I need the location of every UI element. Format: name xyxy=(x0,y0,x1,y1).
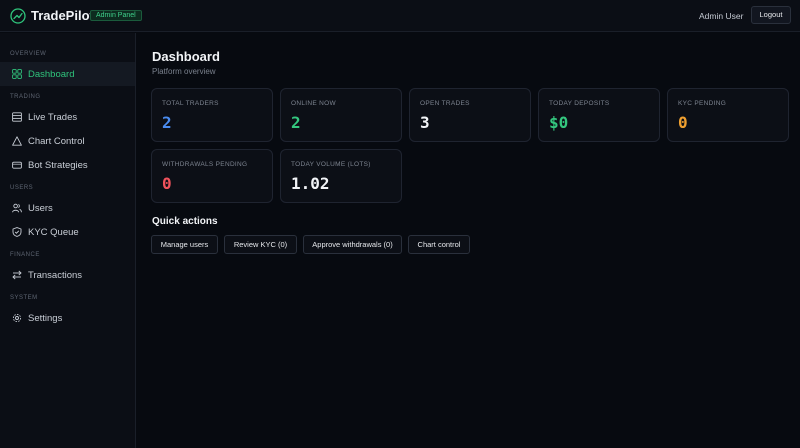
stat-label: TODAY DEPOSITS xyxy=(549,100,610,107)
stat-label: OPEN TRADES xyxy=(420,100,470,107)
stat-card-withdrawals-pending: WITHDRAWALS PENDING 0 xyxy=(151,149,273,203)
bot-icon xyxy=(12,161,22,169)
manage-users-button[interactable]: Manage users xyxy=(151,235,218,254)
sidebar-item-settings[interactable]: Settings xyxy=(0,306,135,330)
sidebar-item-label: Chart Control xyxy=(28,136,85,147)
approve-withdrawals-button[interactable]: Approve withdrawals (0) xyxy=(303,235,402,254)
shield-icon xyxy=(12,227,22,237)
triangle-icon xyxy=(12,136,22,146)
stat-label: ONLINE NOW xyxy=(291,100,336,107)
chart-control-button[interactable]: Chart control xyxy=(408,235,470,254)
users-icon xyxy=(12,203,22,213)
quick-actions-title: Quick actions xyxy=(152,216,218,227)
list-icon xyxy=(12,112,22,122)
page-title: Dashboard xyxy=(152,49,220,64)
sidebar-item-bot-strategies[interactable]: Bot Strategies xyxy=(0,153,135,177)
sidebar-section-finance: FINANCE xyxy=(10,252,40,258)
sidebar: OVERVIEW Dashboard TRADING Live Trades C… xyxy=(0,33,136,448)
sidebar-section-users: USERS xyxy=(10,185,34,191)
sidebar-item-dashboard[interactable]: Dashboard xyxy=(0,62,135,86)
stat-label: TODAY VOLUME (LOTS) xyxy=(291,161,371,168)
transfer-icon xyxy=(12,270,22,280)
sidebar-item-label: KYC Queue xyxy=(28,227,79,238)
sidebar-section-trading: TRADING xyxy=(10,94,41,100)
top-bar: TradePilot Admin Panel Admin User Logout xyxy=(0,0,800,32)
stat-label: KYC PENDING xyxy=(678,100,727,107)
sidebar-section-system: SYSTEM xyxy=(10,295,38,301)
stat-label: TOTAL TRADERS xyxy=(162,100,219,107)
stat-value: 3 xyxy=(420,113,430,132)
sidebar-item-transactions[interactable]: Transactions xyxy=(0,263,135,287)
sidebar-item-label: Transactions xyxy=(28,270,83,281)
stat-value: 2 xyxy=(162,113,172,132)
sidebar-item-chart-control[interactable]: Chart Control xyxy=(0,129,135,153)
stat-card-today-volume: TODAY VOLUME (LOTS) 1.02 xyxy=(280,149,402,203)
sidebar-item-users[interactable]: Users xyxy=(0,196,135,220)
trend-logo-icon xyxy=(10,8,26,24)
sidebar-item-kyc-queue[interactable]: KYC Queue xyxy=(0,220,135,244)
admin-panel-badge: Admin Panel xyxy=(90,10,142,21)
stat-card-kyc-pending: KYC PENDING 0 xyxy=(667,88,789,142)
stat-value: 2 xyxy=(291,113,301,132)
sidebar-item-label: Bot Strategies xyxy=(28,160,88,171)
stat-label: WITHDRAWALS PENDING xyxy=(162,161,248,168)
sidebar-section-overview: OVERVIEW xyxy=(10,51,47,57)
brand-name: TradePilot xyxy=(31,8,94,23)
review-kyc-button[interactable]: Review KYC (0) xyxy=(224,235,297,254)
stat-card-online-now: ONLINE NOW 2 xyxy=(280,88,402,142)
page-subtitle: Platform overview xyxy=(152,67,216,76)
stat-value: 1.02 xyxy=(291,174,330,193)
stat-card-today-deposits: TODAY DEPOSITS $0 xyxy=(538,88,660,142)
sidebar-item-label: Live Trades xyxy=(28,112,78,123)
stat-card-open-trades: OPEN TRADES 3 xyxy=(409,88,531,142)
stat-value: 0 xyxy=(162,174,172,193)
grid-icon xyxy=(12,69,22,79)
gear-icon xyxy=(12,313,22,323)
sidebar-item-label: Dashboard xyxy=(28,69,75,80)
stat-value: $0 xyxy=(549,113,569,132)
logout-button[interactable]: Logout xyxy=(751,6,791,24)
stat-card-total-traders: TOTAL TRADERS 2 xyxy=(151,88,273,142)
current-user-name: Admin User xyxy=(699,11,744,21)
sidebar-item-label: Users xyxy=(28,203,53,214)
sidebar-item-label: Settings xyxy=(28,313,63,324)
stat-value: 0 xyxy=(678,113,688,132)
sidebar-item-live-trades[interactable]: Live Trades xyxy=(0,105,135,129)
